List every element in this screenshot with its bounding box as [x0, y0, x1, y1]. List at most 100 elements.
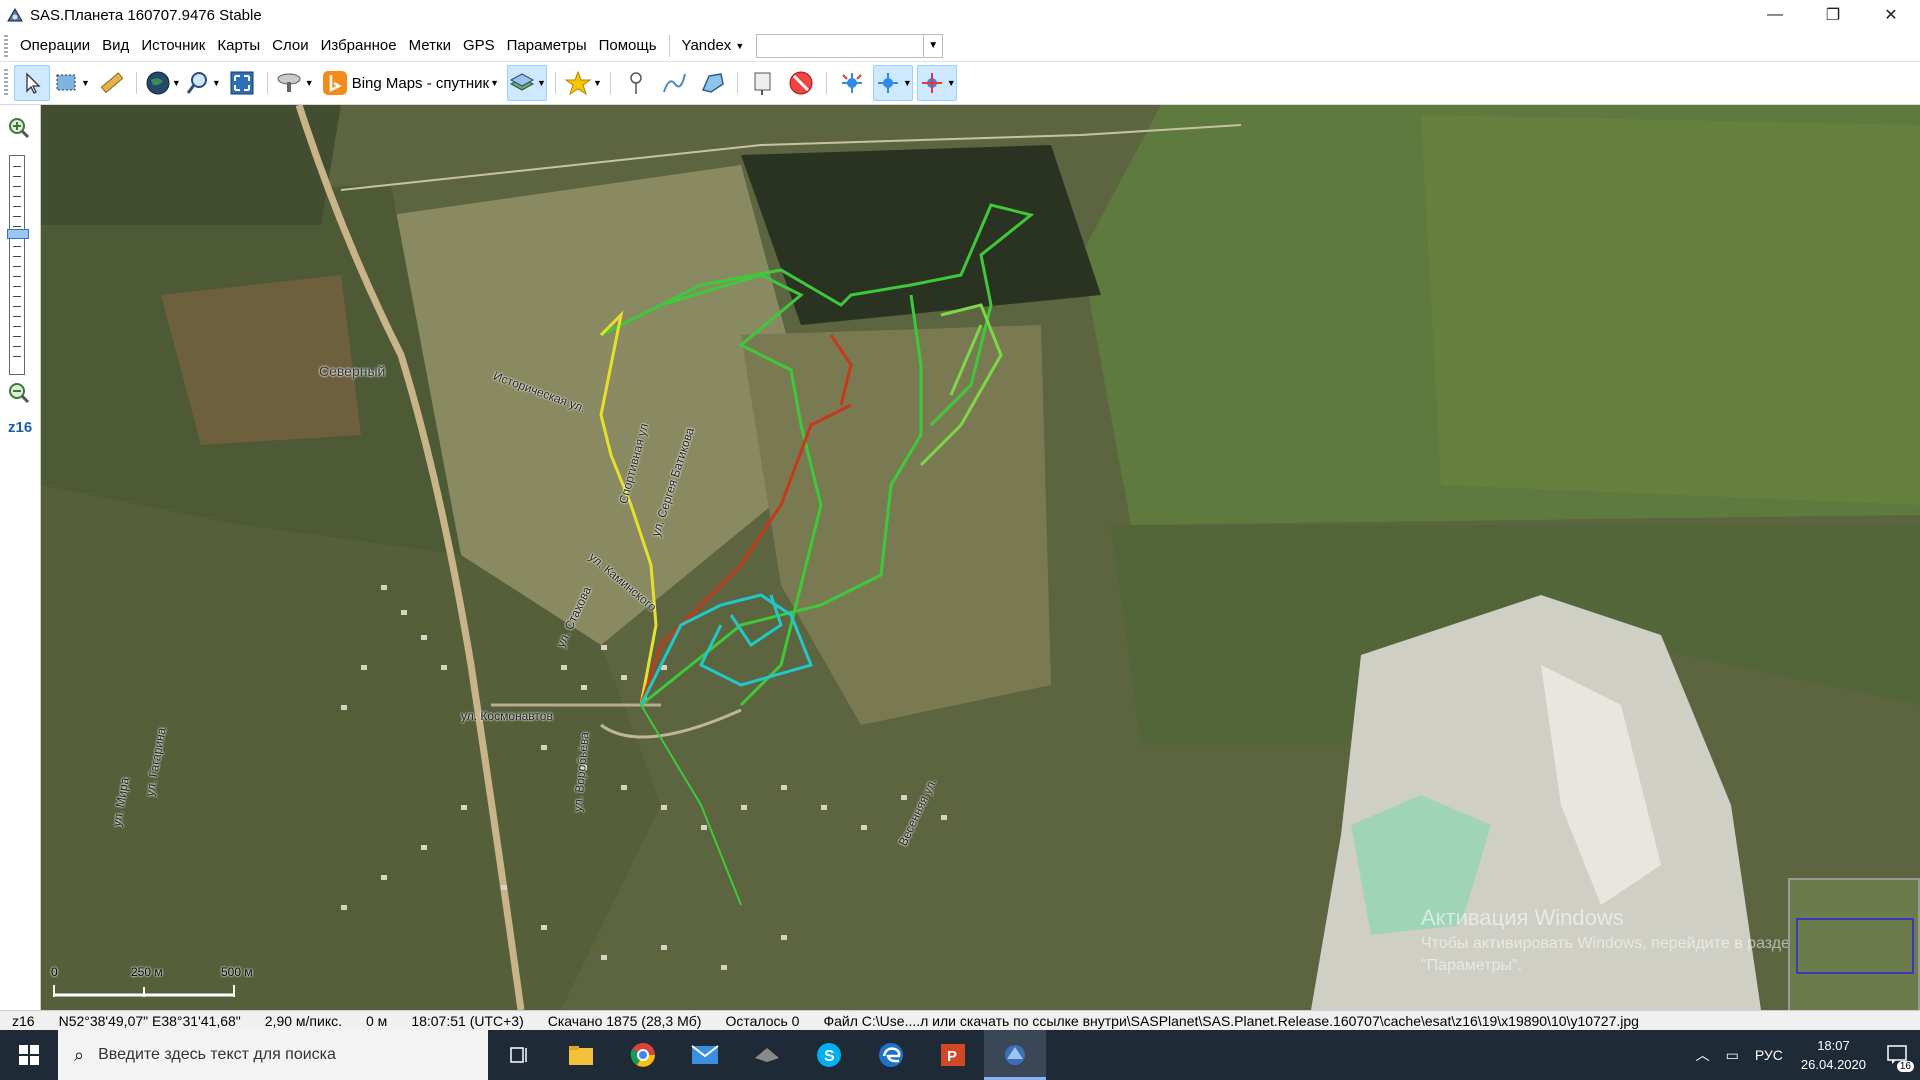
- minimap[interactable]: [1788, 878, 1920, 1010]
- zoom-tick: [13, 306, 21, 307]
- menu-maps[interactable]: Карты: [211, 30, 266, 61]
- marks-button[interactable]: [746, 66, 780, 100]
- zoom-slider-thumb[interactable]: [7, 229, 29, 239]
- search-input[interactable]: ▼: [756, 33, 944, 58]
- svg-text:P: P: [947, 1048, 957, 1065]
- chevron-down-icon[interactable]: ▼: [593, 78, 602, 88]
- toolbar-grip[interactable]: [4, 69, 8, 97]
- ruler-button[interactable]: [94, 66, 128, 100]
- taskbar-explorer[interactable]: [550, 1030, 612, 1080]
- taskbar-search-box[interactable]: ⌕ Введите здесь текст для поиска: [58, 1030, 488, 1080]
- scale-label-250: 250 м: [131, 965, 163, 979]
- menu-grip[interactable]: [4, 34, 8, 57]
- map-source-label: Bing Maps - спутник: [351, 74, 490, 92]
- map-source-button[interactable]: Bing Maps - спутник ▼: [318, 66, 503, 100]
- placemark-icon: [630, 72, 642, 94]
- clock[interactable]: 18:07 26.04.2020: [1791, 1036, 1876, 1074]
- language-indicator[interactable]: РУС: [1747, 1047, 1791, 1063]
- menu-view[interactable]: Вид: [96, 30, 135, 61]
- gps-center-icon: [921, 73, 942, 93]
- zoom-tick: [13, 316, 21, 317]
- zoom-tick: [13, 226, 21, 227]
- taskbar-skype[interactable]: S: [798, 1030, 860, 1080]
- marks-icon: [754, 72, 771, 95]
- taskbar-chrome[interactable]: [612, 1030, 674, 1080]
- add-placemark-button[interactable]: [619, 66, 653, 100]
- chevron-down-icon[interactable]: ▼: [172, 78, 181, 88]
- zoom-in-icon[interactable]: [7, 117, 29, 139]
- gps-button[interactable]: [835, 66, 869, 100]
- search-provider-label: Yandex: [681, 37, 732, 54]
- taskbar-search-placeholder: Введите здесь текст для поиска: [98, 1046, 336, 1063]
- stop-button[interactable]: [784, 66, 818, 100]
- taskbar-game[interactable]: [736, 1030, 798, 1080]
- zoom-tick: [13, 326, 21, 327]
- select-area-button[interactable]: ▼: [54, 66, 90, 100]
- search-icon: ⌕: [74, 1044, 85, 1065]
- chevron-down-icon[interactable]: ▼: [947, 78, 956, 88]
- zoom-tick: [13, 216, 21, 217]
- menu-settings[interactable]: Параметры: [501, 30, 593, 61]
- field-northeast: [1421, 115, 1920, 505]
- ruler-icon: [100, 72, 123, 94]
- close-button[interactable]: ✕: [1862, 0, 1920, 30]
- star-icon: [564, 70, 592, 96]
- globe-button[interactable]: ▼: [145, 66, 181, 100]
- zoom-slider[interactable]: [7, 155, 29, 375]
- taskbar-edge[interactable]: [860, 1030, 922, 1080]
- taskbar-powerpoint[interactable]: P: [922, 1030, 984, 1080]
- chevron-down-icon[interactable]: ▼: [81, 78, 90, 88]
- chevron-down-icon[interactable]: ▼: [903, 78, 912, 88]
- add-path-button[interactable]: [657, 66, 691, 100]
- show-hidden-icons-icon[interactable]: ︿: [1688, 1045, 1718, 1065]
- taskbar-mail[interactable]: [674, 1030, 736, 1080]
- gps-icon: [841, 73, 862, 93]
- taskbar-sasplanet[interactable]: [984, 1030, 1046, 1080]
- window-title: SAS.Планета 160707.9476 Stable: [30, 6, 262, 24]
- task-view-button[interactable]: [488, 1030, 550, 1080]
- gps-center-button[interactable]: ▼: [916, 65, 957, 101]
- chevron-down-icon: ▼: [490, 78, 500, 88]
- menu-source[interactable]: Источник: [135, 30, 211, 61]
- path-icon: [662, 73, 686, 93]
- maximize-button[interactable]: ❐: [1804, 0, 1862, 30]
- cursor-button[interactable]: [14, 65, 50, 101]
- fullscreen-button[interactable]: [225, 66, 259, 100]
- layers-icon: [509, 73, 535, 91]
- map-view[interactable]: Северный Историческая ул. Спортивная ул.…: [41, 105, 1920, 1010]
- menu-operations[interactable]: Операции: [14, 30, 96, 61]
- satellite-dish-button[interactable]: ▼: [276, 66, 314, 100]
- menu-favorites[interactable]: Избранное: [315, 30, 403, 61]
- zoom-tick: [13, 186, 21, 187]
- zoom-tick: [13, 266, 21, 267]
- gps-track-button[interactable]: ▼: [872, 65, 913, 101]
- layers-button[interactable]: ▼: [507, 65, 547, 101]
- search-provider-select[interactable]: Yandex ▼: [676, 37, 751, 54]
- menu-gps[interactable]: GPS: [457, 30, 501, 61]
- favorites-button[interactable]: ▼: [564, 66, 602, 100]
- dark-forest-field: [741, 145, 1101, 325]
- menu-help[interactable]: Помощь: [593, 30, 663, 61]
- add-polygon-button[interactable]: [695, 66, 729, 100]
- menu-separator: [668, 34, 670, 57]
- status-file: Файл C:\Use....л или скачать по ссылке в…: [823, 1013, 1639, 1029]
- status-remaining: Осталось 0: [725, 1013, 800, 1029]
- minimize-button[interactable]: —: [1746, 0, 1804, 30]
- chevron-down-icon[interactable]: ▼: [537, 78, 546, 88]
- svg-text:S: S: [824, 1048, 835, 1065]
- start-button[interactable]: [0, 1030, 58, 1080]
- zoom-tick: [13, 336, 21, 337]
- chevron-down-icon[interactable]: ▼: [305, 78, 314, 88]
- menu-marks[interactable]: Метки: [403, 30, 457, 61]
- task-view-icon: [510, 1047, 527, 1063]
- game-icon: [755, 1048, 779, 1062]
- zoom-out-icon[interactable]: [7, 382, 29, 404]
- search-dropdown-icon[interactable]: ▼: [923, 34, 942, 57]
- zoom-search-button[interactable]: ▼: [185, 66, 221, 100]
- minimap-viewport[interactable]: [1796, 918, 1914, 974]
- menu-layers[interactable]: Слои: [266, 30, 314, 61]
- woodland-northwest: [41, 105, 341, 225]
- battery-icon[interactable]: ▭: [1718, 1047, 1747, 1064]
- chevron-down-icon[interactable]: ▼: [212, 78, 221, 88]
- notifications-button[interactable]: 16: [1876, 1030, 1920, 1080]
